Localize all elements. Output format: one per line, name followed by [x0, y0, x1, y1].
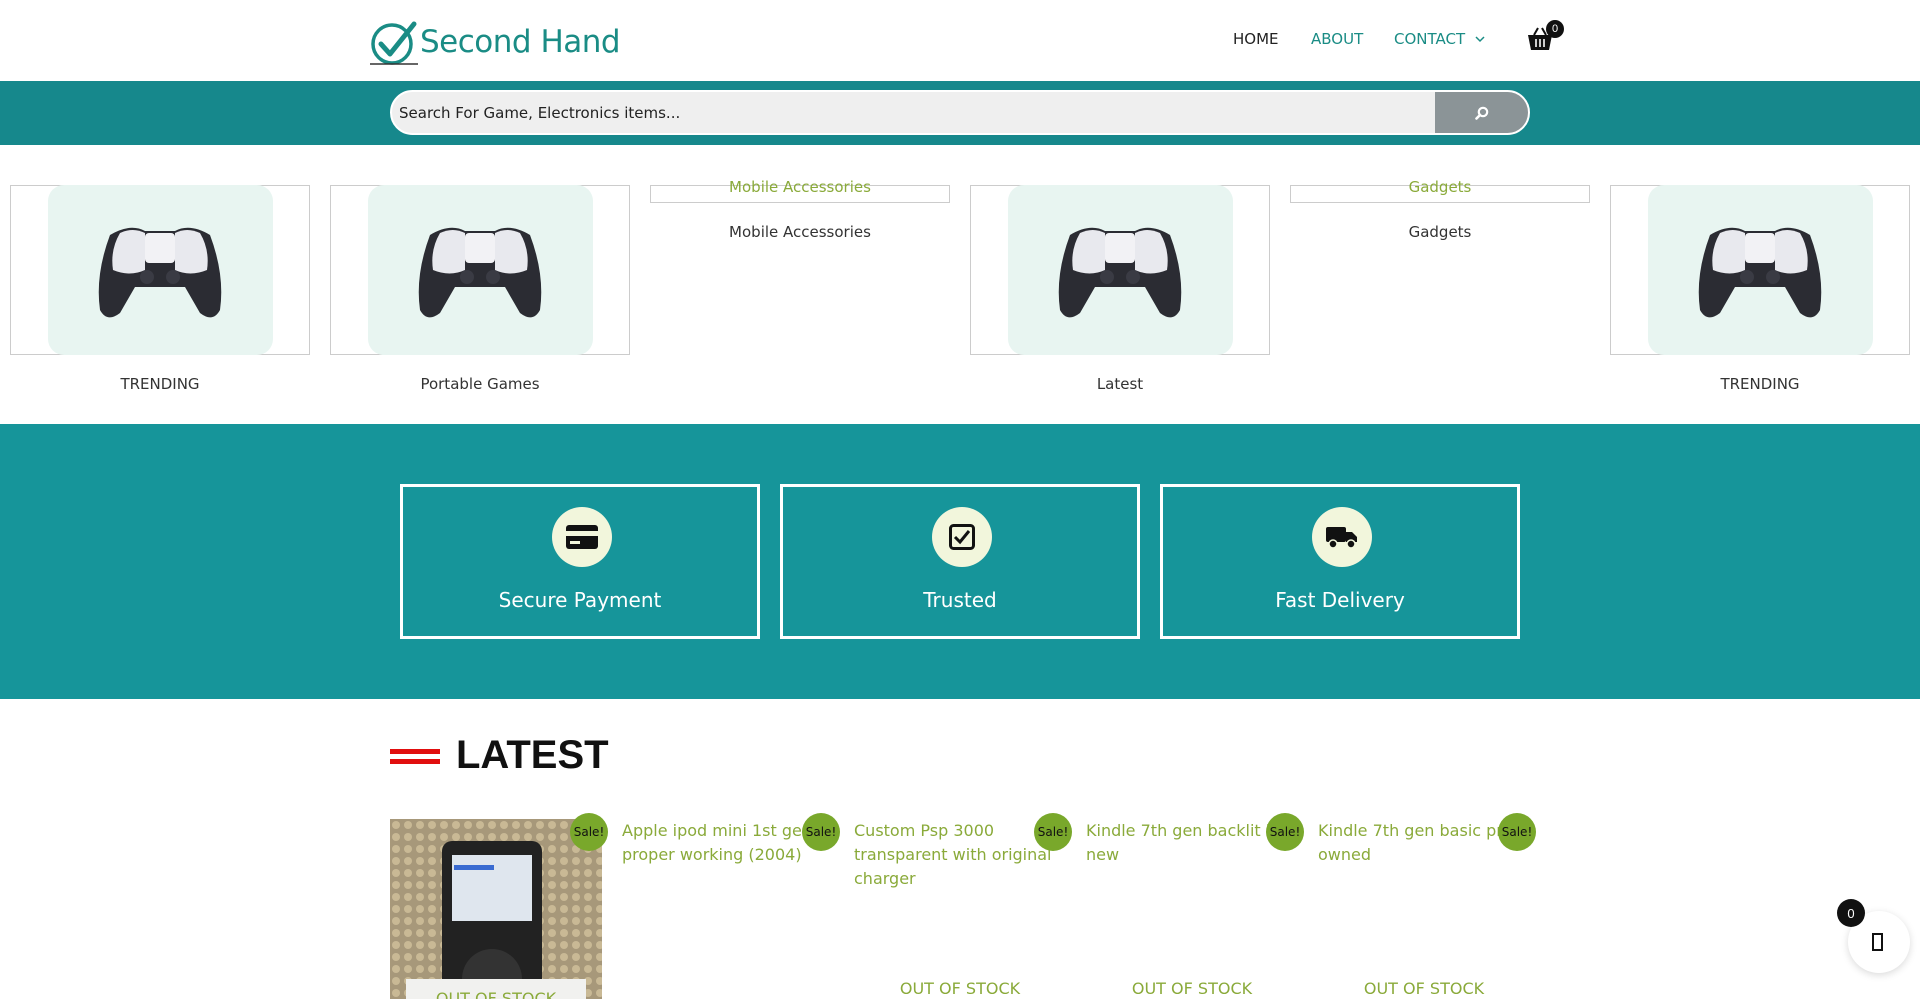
product-card[interactable]: Kindle 7th gen backlit like new Sale! OU…	[1086, 813, 1304, 999]
category-card[interactable]: Latest	[970, 185, 1270, 393]
feature-label: Trusted	[923, 588, 997, 612]
cart-count-badge: 0	[1546, 20, 1564, 38]
search-button[interactable]	[1435, 92, 1528, 133]
sale-badge: Sale!	[1266, 813, 1304, 851]
ipod-photo	[390, 819, 602, 999]
game-controller-icon	[1058, 227, 1182, 318]
nav-contact-link[interactable]: CONTACT	[1394, 30, 1485, 48]
category-label[interactable]: Latest	[970, 375, 1270, 393]
game-controller-icon	[1698, 227, 1822, 318]
checkbox-icon	[932, 507, 992, 567]
product-card[interactable]: Apple ipod mini 1st gen proper working (…	[622, 813, 840, 999]
latest-title: LATEST	[456, 733, 609, 777]
truck-icon	[1312, 507, 1372, 567]
feature-label: Secure Payment	[498, 588, 662, 612]
checkmark-circle-icon	[370, 21, 418, 65]
feature-label: Fast Delivery	[1275, 588, 1405, 612]
feature-card: Fast Delivery	[1160, 484, 1520, 639]
sale-badge: Sale!	[802, 813, 840, 851]
feature-card: Secure Payment	[400, 484, 760, 639]
category-card[interactable]: Gadgets Gadgets	[1290, 178, 1590, 241]
category-card[interactable]: TRENDING	[10, 185, 310, 393]
sale-badge: Sale!	[1034, 813, 1072, 851]
latest-heading: LATEST	[390, 733, 609, 778]
category-label[interactable]: Gadgets	[1290, 223, 1590, 241]
category-image[interactable]	[10, 185, 310, 355]
search-input[interactable]	[392, 92, 1437, 133]
category-image[interactable]	[1610, 185, 1910, 355]
product-card[interactable]: OUT OF STOCK Sale!	[390, 813, 608, 999]
heading-decoration	[390, 745, 440, 767]
sale-badge: Sale!	[1498, 813, 1536, 851]
category-label[interactable]: TRENDING	[1610, 375, 1910, 393]
out-of-stock-label: OUT OF STOCK	[1363, 979, 1485, 998]
product-card[interactable]: Custom Psp 3000 transparent with origina…	[854, 813, 1072, 999]
credit-card-icon	[552, 507, 612, 567]
brand-name: Second Hand	[420, 24, 621, 60]
category-label[interactable]: Mobile Accessories	[650, 223, 950, 241]
category-card[interactable]: Mobile Accessories Mobile Accessories	[650, 178, 950, 241]
game-controller-icon	[418, 227, 542, 318]
category-image-broken[interactable]: Mobile Accessories	[650, 178, 950, 203]
shopping-bag-icon	[1872, 933, 1883, 951]
category-image[interactable]	[330, 185, 630, 355]
nav-contact-label: CONTACT	[1394, 30, 1466, 48]
product-image[interactable]: OUT OF STOCK	[390, 819, 602, 999]
search-icon	[1474, 106, 1488, 120]
category-card[interactable]: Portable Games	[330, 185, 630, 393]
floating-cart-count: 0	[1837, 899, 1865, 927]
chevron-down-icon	[1475, 35, 1485, 42]
nav-home-link[interactable]: HOME	[1233, 30, 1279, 48]
category-image-alt: Mobile Accessories	[729, 178, 871, 196]
feature-card: Trusted	[780, 484, 1140, 639]
category-image-broken[interactable]: Gadgets	[1290, 178, 1590, 203]
category-label[interactable]: TRENDING	[10, 375, 310, 393]
out-of-stock-label: OUT OF STOCK	[406, 979, 586, 999]
product-card[interactable]: Kindle 7th gen basic pre owned Sale! OUT…	[1318, 813, 1536, 999]
category-image-alt: Gadgets	[1408, 178, 1472, 196]
site-header: Second Hand HOME ABOUT CONTACT 0	[0, 0, 1920, 81]
search-bar	[390, 90, 1530, 135]
category-card[interactable]: TRENDING	[1610, 185, 1910, 393]
game-controller-icon	[98, 227, 222, 318]
site-logo[interactable]: Second Hand	[370, 18, 621, 66]
category-image[interactable]	[970, 185, 1270, 355]
out-of-stock-label: OUT OF STOCK	[899, 979, 1021, 998]
out-of-stock-label: OUT OF STOCK	[1131, 979, 1253, 998]
sale-badge: Sale!	[570, 813, 608, 851]
category-label[interactable]: Portable Games	[330, 375, 630, 393]
features-band: Secure Payment Trusted Fast Delivery	[0, 424, 1920, 699]
nav-about-link[interactable]: ABOUT	[1311, 30, 1363, 48]
search-band	[0, 81, 1920, 145]
